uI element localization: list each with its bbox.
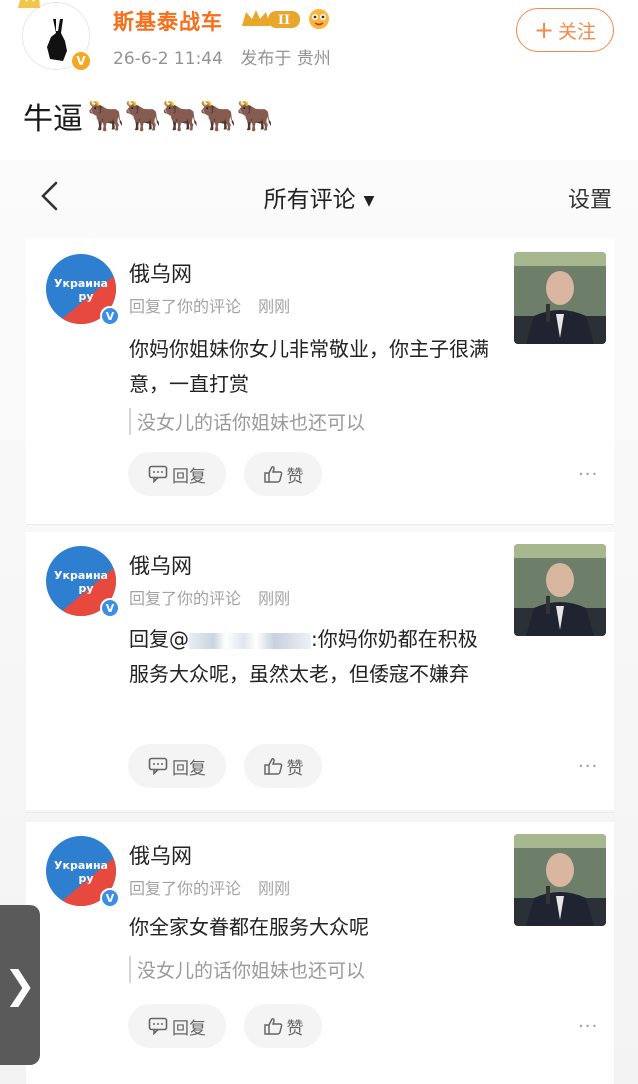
post-meta: 26-6-2 11:44 发布于 贵州 <box>113 44 331 69</box>
reply-icon <box>148 757 168 775</box>
divider <box>26 812 614 813</box>
like-label: 赞 <box>286 1018 304 1039</box>
avatar-text-2: ру <box>78 582 93 595</box>
avatar-text-1: Украина <box>54 859 108 872</box>
thumbs-up-icon <box>263 466 282 483</box>
post-text: 牛逼 🐂🐂🐂🐂🐂 <box>23 94 274 138</box>
thumbnail-image[interactable] <box>514 252 606 344</box>
comment-meta: 回复了你的评论 刚刚 <box>129 293 290 317</box>
comment-body: 你全家女眷都在服务大众呢 <box>129 915 369 939</box>
quoted-comment: 没女儿的话你姐妹也还可以 <box>129 956 365 983</box>
like-button[interactable]: 赞 <box>244 1004 322 1048</box>
reply-label: 回复 <box>172 1018 206 1039</box>
avatar-text-1: Украина <box>54 569 108 582</box>
thumbnail-image[interactable] <box>514 834 606 926</box>
post-text-content: 牛逼 <box>23 102 83 137</box>
like-button[interactable]: 赞 <box>244 744 322 788</box>
verified-badge: V <box>70 50 92 72</box>
verified-badge: V <box>100 306 120 326</box>
comment-card: Украина ру V 俄乌网 回复了你的评论 刚刚 你全家女眷都在服务大众呢… <box>26 822 614 1084</box>
post-header: V 斯基泰战车 II 26-6-2 11:44 发布于 贵州 + 关注 <box>0 0 638 90</box>
comment-body: 你妈你姐妹你女儿非常敬业，你主子很满意，一直打赏 <box>129 337 489 396</box>
reply-label: 回复 <box>172 466 206 487</box>
comments-filter-title[interactable]: 所有评论 ▼ <box>0 180 638 214</box>
reply-button[interactable]: 回复 <box>128 744 226 788</box>
vip-level-badge: II <box>242 10 300 28</box>
comment-action: 回复了你的评论 <box>129 589 242 608</box>
commenter-name[interactable]: 俄乌网 <box>129 550 192 580</box>
poster-avatar[interactable]: V <box>18 0 92 72</box>
reply-icon <box>148 1017 168 1035</box>
chevron-right-icon: ❯ <box>4 963 36 1007</box>
verified-badge: V <box>100 598 120 618</box>
verified-badge: V <box>100 888 120 908</box>
crown-icon <box>18 0 40 8</box>
avatar-text-2: ру <box>78 872 93 885</box>
commenter-name[interactable]: 俄乌网 <box>129 258 192 288</box>
embedded-comment-screenshot[interactable]: 所有评论 ▼ 设置 Украина ру V 俄乌网 回复了你的评论 刚刚 你妈你… <box>0 160 638 1084</box>
comment-time: 刚刚 <box>258 879 291 898</box>
avatar-text-2: ру <box>78 290 93 303</box>
comment-time: 刚刚 <box>258 297 291 316</box>
like-label: 赞 <box>286 466 304 487</box>
commenter-name[interactable]: 俄乌网 <box>129 840 192 870</box>
reply-label: 回复 <box>172 758 206 779</box>
reply-button[interactable]: 回复 <box>128 1004 226 1048</box>
vip-level-text: II <box>278 13 290 28</box>
more-options-icon[interactable]: ··· <box>578 756 598 777</box>
poster-name[interactable]: 斯基泰战车 <box>113 6 223 36</box>
comment-body: 回复@:你妈你奶都在积极服务大众呢，虽然太老，但倭寇不嫌弃 <box>129 622 489 692</box>
comments-filter-label: 所有评论 <box>263 187 356 213</box>
comment-action: 回复了你的评论 <box>129 297 242 316</box>
fan-face-icon <box>309 9 329 29</box>
like-button[interactable]: 赞 <box>244 452 322 496</box>
thumbs-up-icon <box>263 1018 282 1035</box>
reply-button[interactable]: 回复 <box>128 452 226 496</box>
reply-prefix: 回复@ <box>129 627 189 651</box>
thumbnail-image[interactable] <box>514 544 606 636</box>
post-source: 发布于 贵州 <box>240 49 331 69</box>
quoted-comment: 没女儿的话你姐妹也还可以 <box>129 408 365 435</box>
next-image-arrow[interactable]: ❯ <box>0 905 40 1065</box>
comment-meta: 回复了你的评论 刚刚 <box>129 875 290 899</box>
more-options-icon[interactable]: ··· <box>578 1016 598 1037</box>
caret-down-icon: ▼ <box>363 192 375 209</box>
plus-icon: + <box>533 16 555 44</box>
settings-link[interactable]: 设置 <box>568 182 612 214</box>
comments-nav-bar: 所有评论 ▼ 设置 <box>0 160 638 232</box>
comment-action: 回复了你的评论 <box>129 879 242 898</box>
like-label: 赞 <box>286 758 304 779</box>
follow-button[interactable]: + 关注 <box>516 8 614 52</box>
comment-meta: 回复了你的评论 刚刚 <box>129 585 290 609</box>
avatar-text-1: Украина <box>54 277 108 290</box>
reply-icon <box>148 465 168 483</box>
divider <box>26 524 614 525</box>
comment-time: 刚刚 <box>258 589 291 608</box>
more-options-icon[interactable]: ··· <box>578 464 598 485</box>
comment-card: Украина ру V 俄乌网 回复了你的评论 刚刚 你妈你姐妹你女儿非常敬业… <box>26 238 614 524</box>
thumbs-up-icon <box>263 758 282 775</box>
follow-label: 关注 <box>558 20 597 43</box>
post-time: 26-6-2 11:44 <box>113 49 223 69</box>
ox-emoji-row: 🐂🐂🐂🐂🐂 <box>87 98 274 134</box>
redacted-username <box>189 632 311 649</box>
comment-card: Украина ру V 俄乌网 回复了你的评论 刚刚 回复@:你妈你奶都在积极… <box>26 532 614 810</box>
